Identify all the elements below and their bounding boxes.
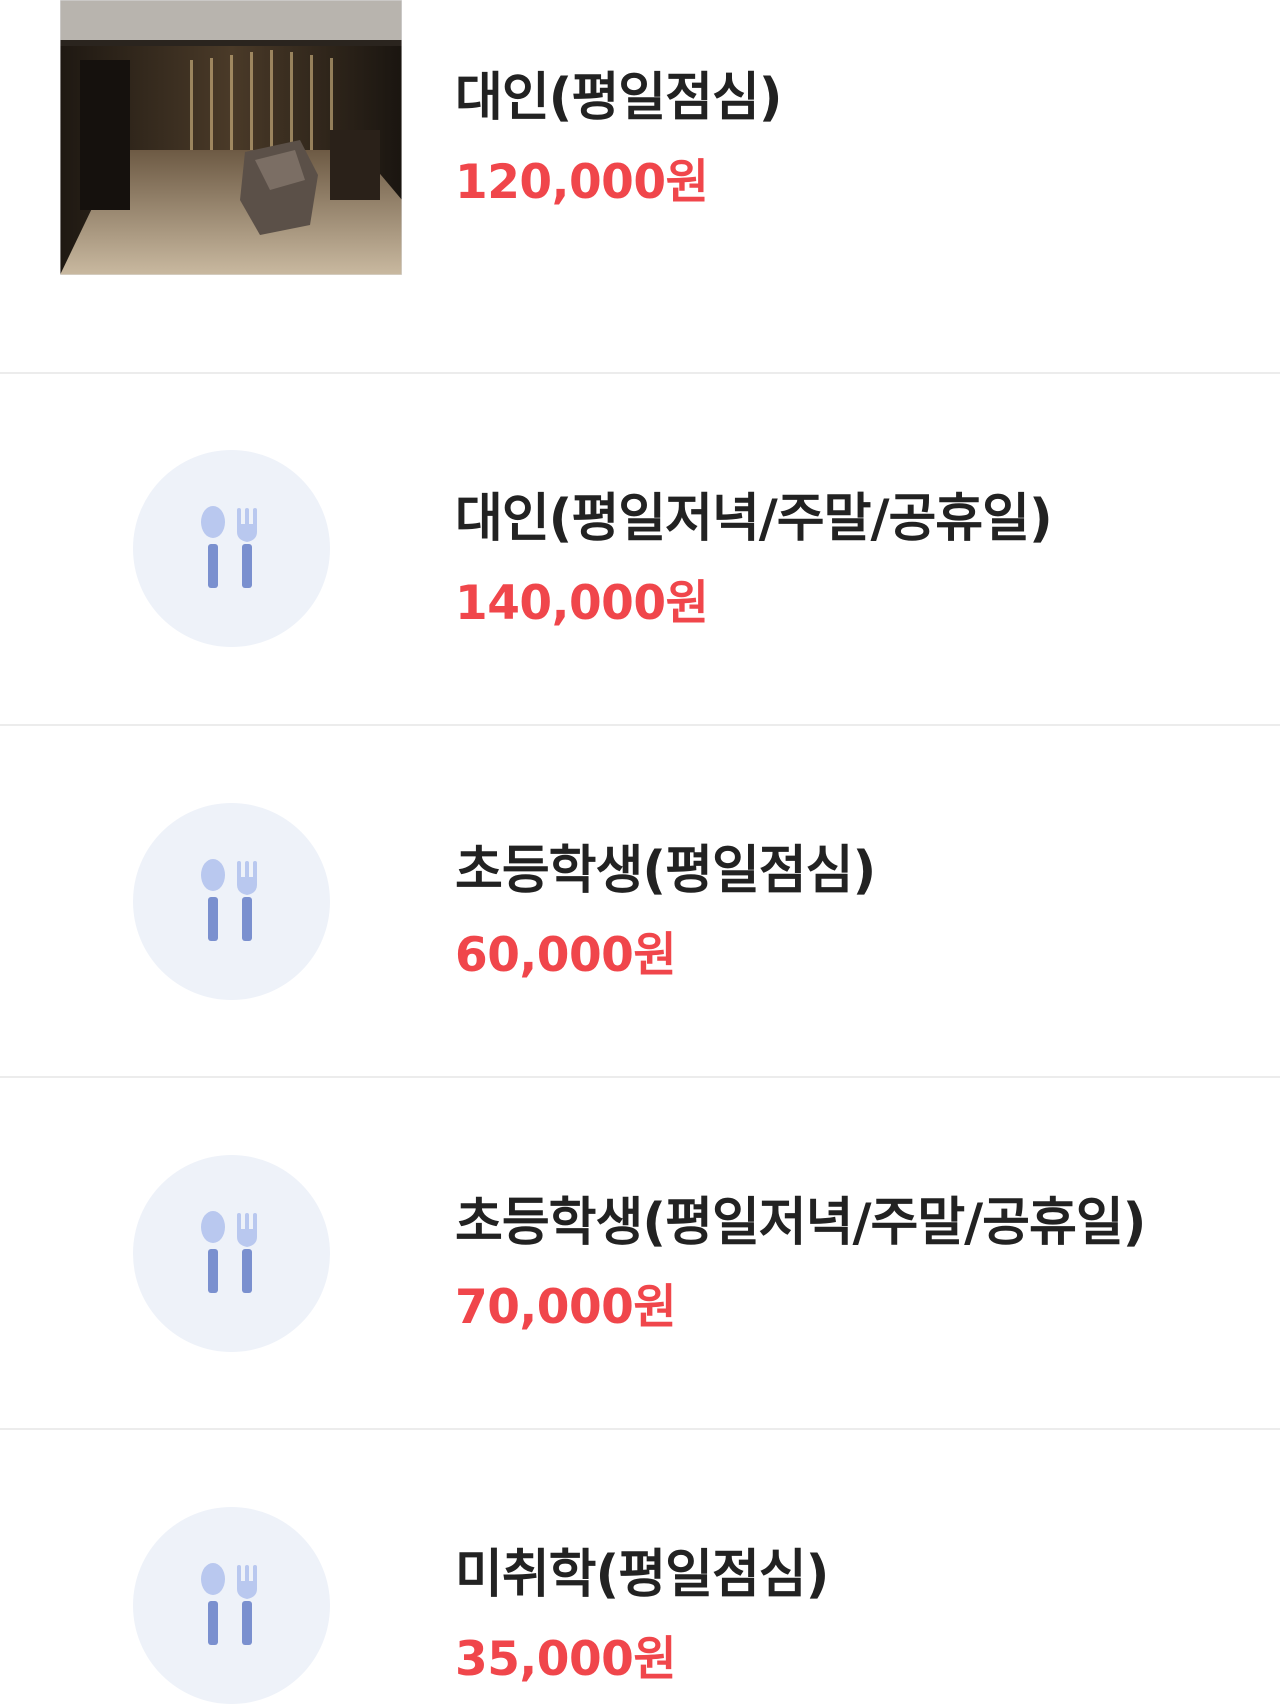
menu-item[interactable]: 초등학생(평일점심) 60,000원 — [0, 726, 1280, 1076]
menu-list: 대인(평일점심) 120,000원 대인(평일저녁/주말/공휴일) 140,00… — [0, 0, 1280, 1707]
utensils-icon — [201, 1563, 257, 1645]
menu-item-name: 초등학생(평일저녁/주말/공휴일) — [455, 1193, 1146, 1253]
menu-item-name: 초등학생(평일점심) — [455, 841, 876, 901]
utensils-icon — [201, 859, 257, 941]
menu-item[interactable]: 대인(평일저녁/주말/공휴일) 140,000원 — [0, 374, 1280, 724]
menu-item[interactable]: 초등학생(평일저녁/주말/공휴일) 70,000원 — [0, 1078, 1280, 1428]
utensils-icon — [201, 1211, 257, 1293]
utensils-icon — [201, 506, 257, 588]
menu-thumbnail-placeholder — [133, 1155, 330, 1352]
menu-thumbnail-placeholder — [133, 803, 330, 1000]
menu-thumbnail-placeholder — [133, 1507, 330, 1704]
restaurant-photo — [60, 0, 402, 275]
menu-item-name: 미취학(평일점심) — [455, 1545, 829, 1605]
menu-item-price: 35,000원 — [455, 1632, 677, 1687]
menu-item-price: 140,000원 — [455, 576, 709, 631]
menu-item-name: 대인(평일점심) — [455, 68, 783, 128]
menu-item-price: 60,000원 — [455, 928, 677, 983]
menu-item[interactable]: 대인(평일점심) 120,000원 — [0, 0, 1280, 372]
menu-thumbnail-placeholder — [133, 450, 330, 647]
menu-item[interactable]: 미취학(평일점심) 35,000원 — [0, 1430, 1280, 1707]
menu-item-price: 120,000원 — [455, 155, 709, 210]
menu-item-name: 대인(평일저녁/주말/공휴일) — [455, 489, 1053, 549]
menu-item-price: 70,000원 — [455, 1280, 677, 1335]
